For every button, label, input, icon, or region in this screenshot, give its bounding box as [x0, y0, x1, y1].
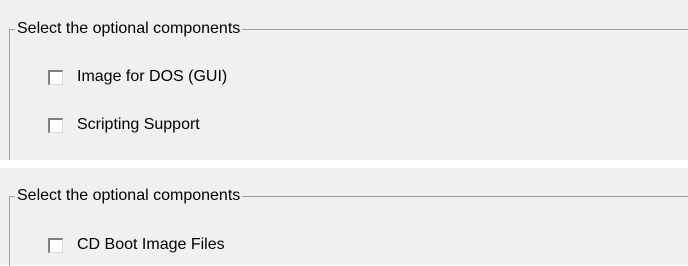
optional-components-groupbox: Select the optional components	[9, 19, 688, 161]
image-for-dos-option[interactable]: Image for DOS (GUI)	[48, 65, 227, 89]
image-for-dos-checkbox[interactable]	[48, 69, 63, 85]
scripting-support-label[interactable]: Scripting Support	[77, 115, 200, 135]
optional-components-panel-bottom: Select the optional components CD Boot I…	[0, 168, 688, 266]
cd-boot-image-files-checkbox[interactable]	[48, 237, 63, 253]
groupbox-title: Select the optional components	[15, 186, 243, 206]
groupbox-title: Select the optional components	[15, 19, 243, 39]
cd-boot-image-files-option[interactable]: CD Boot Image Files	[48, 233, 225, 257]
cd-boot-image-files-label[interactable]: CD Boot Image Files	[77, 235, 225, 255]
scripting-support-checkbox[interactable]	[48, 117, 63, 133]
optional-components-panel-top: Select the optional components Image for…	[0, 0, 688, 161]
image-for-dos-label[interactable]: Image for DOS (GUI)	[77, 67, 227, 87]
panel-separator	[0, 160, 688, 168]
scripting-support-option[interactable]: Scripting Support	[48, 113, 200, 137]
